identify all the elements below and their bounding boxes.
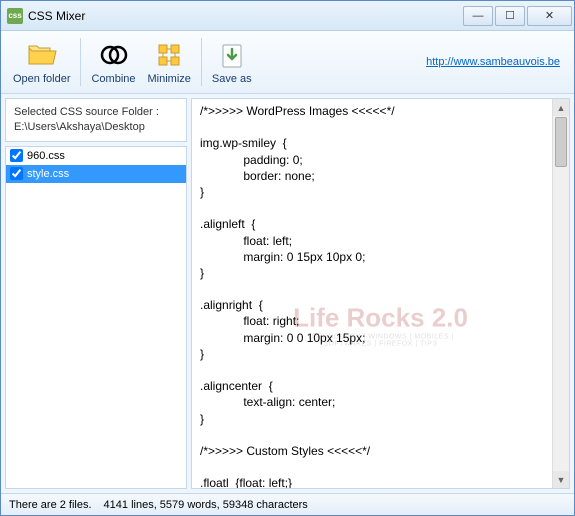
combine-label: Combine [91,73,135,85]
folder-info: Selected CSS source Folder : E:\Users\Ak… [5,98,187,142]
toolbar-separator [201,38,202,86]
save-as-label: Save as [212,73,252,85]
maximize-window-button[interactable]: ☐ [495,6,525,26]
file-name: 960.css [27,150,65,162]
status-stats: 4141 lines, 5579 words, 59348 characters [104,499,308,511]
toolbar: Open folder Combine Minimize Save as htt… [1,31,574,94]
minimize-label: Minimize [148,73,191,85]
save-icon [216,39,248,71]
file-checkbox[interactable] [10,149,23,162]
scroll-thumb[interactable] [555,117,567,167]
combine-button[interactable]: Combine [85,33,141,91]
website-link[interactable]: http://www.sambeauvois.be [426,56,560,68]
minimize-button[interactable]: Minimize [142,33,197,91]
statusbar: There are 2 files. 4141 lines, 5579 word… [1,493,574,515]
file-name: style.css [27,168,69,180]
combine-icon [98,39,130,71]
scroll-down-arrow[interactable]: ▼ [553,471,569,488]
folder-path: E:\Users\Akshaya\Desktop [14,120,178,135]
open-folder-label: Open folder [13,73,70,85]
scroll-up-arrow[interactable]: ▲ [553,99,569,116]
titlebar[interactable]: css CSS Mixer — ☐ ✕ [1,1,574,31]
minimize-window-button[interactable]: — [463,6,493,26]
vertical-scrollbar[interactable]: ▲ ▼ [552,99,569,488]
file-checkbox[interactable] [10,167,23,180]
code-content[interactable]: /*>>>>> WordPress Images <<<<<*/ img.wp-… [192,99,552,488]
save-as-button[interactable]: Save as [206,33,258,91]
left-panel: Selected CSS source Folder : E:\Users\Ak… [5,98,187,489]
minimize-icon [153,39,185,71]
toolbar-separator [80,38,81,86]
open-folder-button[interactable]: Open folder [7,33,76,91]
app-icon: css [7,8,23,24]
app-window: css CSS Mixer — ☐ ✕ Open folder Combine … [0,0,575,516]
window-controls: — ☐ ✕ [463,6,572,26]
body-area: Selected CSS source Folder : E:\Users\Ak… [1,94,574,493]
file-item[interactable]: 960.css [6,147,186,165]
file-item[interactable]: style.css [6,165,186,183]
close-window-button[interactable]: ✕ [527,6,572,26]
folder-open-icon [26,39,58,71]
status-file-count: There are 2 files. [9,499,92,511]
file-list[interactable]: 960.css style.css [5,146,187,489]
folder-label: Selected CSS source Folder : [14,105,178,120]
code-panel: /*>>>>> WordPress Images <<<<<*/ img.wp-… [191,98,570,489]
window-title: CSS Mixer [28,9,463,23]
